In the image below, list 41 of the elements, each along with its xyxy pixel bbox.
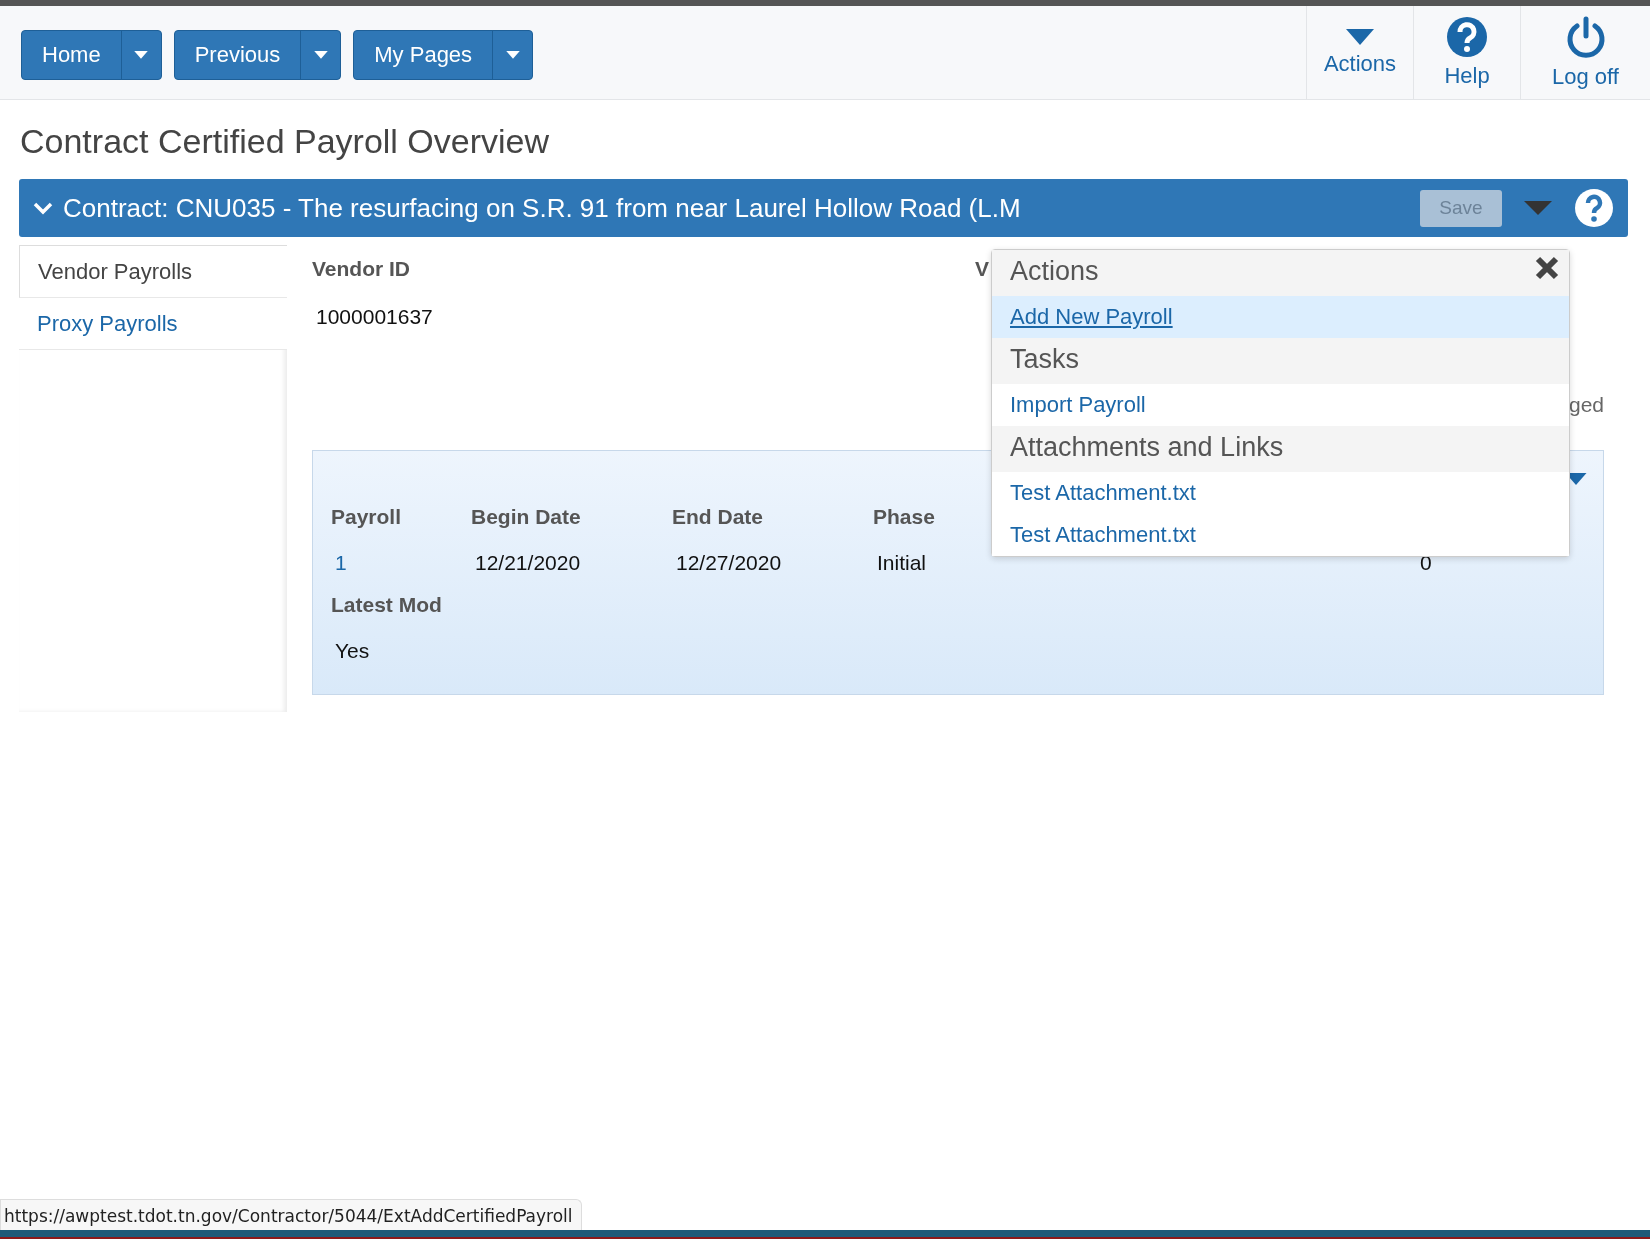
table-cell-text: 12/27/2020 <box>675 551 783 575</box>
sidebar-tab[interactable]: Vendor Payrolls <box>19 245 287 298</box>
menu-item[interactable]: Test Attachment.txt <box>992 472 1569 514</box>
column-header: Payroll <box>331 505 403 529</box>
menu-section-title: Tasks <box>992 338 1569 384</box>
toolbar-button[interactable]: Log off <box>1520 6 1650 99</box>
menu-item[interactable]: Add New Payroll <box>992 296 1569 338</box>
menu-item[interactable]: Import Payroll <box>992 384 1569 426</box>
nav-button[interactable]: Previous <box>174 31 301 79</box>
caret-icon <box>313 51 328 59</box>
chevron-icon[interactable] <box>33 201 53 215</box>
field-label: V <box>975 257 989 281</box>
menu-item[interactable]: Test Attachment.txt <box>992 514 1569 556</box>
help-icon[interactable] <box>1574 188 1614 228</box>
column-header: Begin Date <box>471 505 582 529</box>
caret-icon <box>505 51 520 59</box>
caret-icon <box>1346 28 1374 45</box>
help-icon <box>1447 16 1487 57</box>
field-text: ged <box>1568 393 1604 417</box>
field-value: 1000001637 <box>315 305 433 329</box>
table-cell-text: Initial <box>876 551 928 575</box>
caret-icon <box>134 51 149 59</box>
table-cell-text: 12/21/2020 <box>474 551 582 575</box>
power-icon <box>1565 15 1606 58</box>
status-url: https://awptest.tdot.tn.gov/Contractor/5044/ExtAddCertifiedPayroll <box>0 1199 582 1230</box>
column-header: Phase <box>873 505 936 529</box>
nav-button[interactable]: My Pages <box>354 31 493 79</box>
payroll-link[interactable]: 1 <box>331 551 471 575</box>
toolbar-button[interactable]: Help <box>1413 6 1520 99</box>
menu-section-title: Actions <box>992 250 1569 296</box>
contract-title: Contract: CNU035 - The resurfacing on S.R. 91 from near Laurel Hollow Road (L.M <box>63 192 1022 224</box>
menu-section-title: Attachments and Links <box>992 426 1569 472</box>
field-label: Vendor ID <box>312 257 411 281</box>
toolbar-button[interactable]: Actions <box>1306 6 1413 99</box>
column-header: End Date <box>672 505 764 529</box>
nav-button[interactable]: Home <box>22 31 121 79</box>
column-header: Latest Mod <box>331 593 443 617</box>
table-cell-text: Yes <box>334 639 371 663</box>
sidebar-tab[interactable]: Proxy Payrolls <box>19 298 287 350</box>
caret-icon[interactable] <box>1524 201 1552 215</box>
page-title: Contract Certified Payroll Overview <box>20 122 551 161</box>
